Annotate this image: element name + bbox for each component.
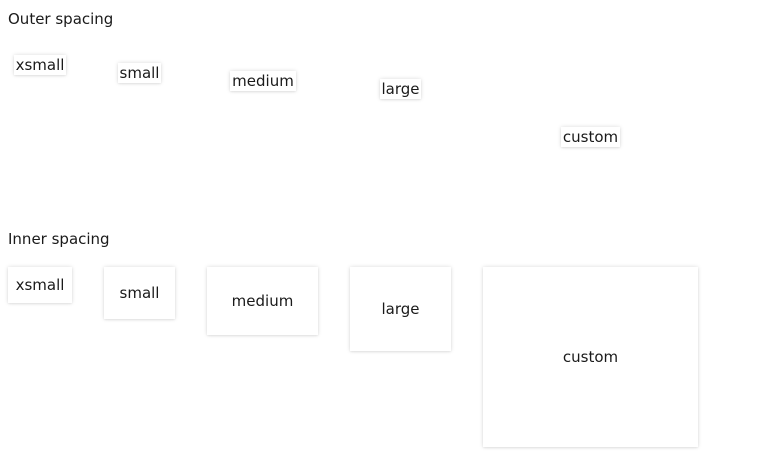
inner-custom-box: custom: [483, 267, 698, 447]
inner-xsmall-label: xsmall: [15, 276, 65, 294]
outer-custom-box: custom: [561, 127, 620, 147]
inner-xsmall-box: xsmall: [8, 267, 72, 303]
outer-small-box: small: [118, 63, 161, 83]
inner-medium-label: medium: [231, 292, 294, 310]
outer-large-box: large: [380, 79, 421, 99]
inner-small-label: small: [119, 284, 160, 302]
inner-medium-box: medium: [207, 267, 318, 335]
outer-medium-box: medium: [230, 71, 296, 91]
inner-small-box: small: [104, 267, 175, 319]
inner-spacing-title: Inner spacing: [8, 230, 110, 248]
inner-large-label: large: [381, 300, 420, 318]
inner-large-box: large: [350, 267, 451, 351]
outer-xsmall-box: xsmall: [14, 55, 66, 75]
outer-spacing-title: Outer spacing: [8, 10, 114, 28]
inner-custom-label: custom: [562, 348, 619, 366]
